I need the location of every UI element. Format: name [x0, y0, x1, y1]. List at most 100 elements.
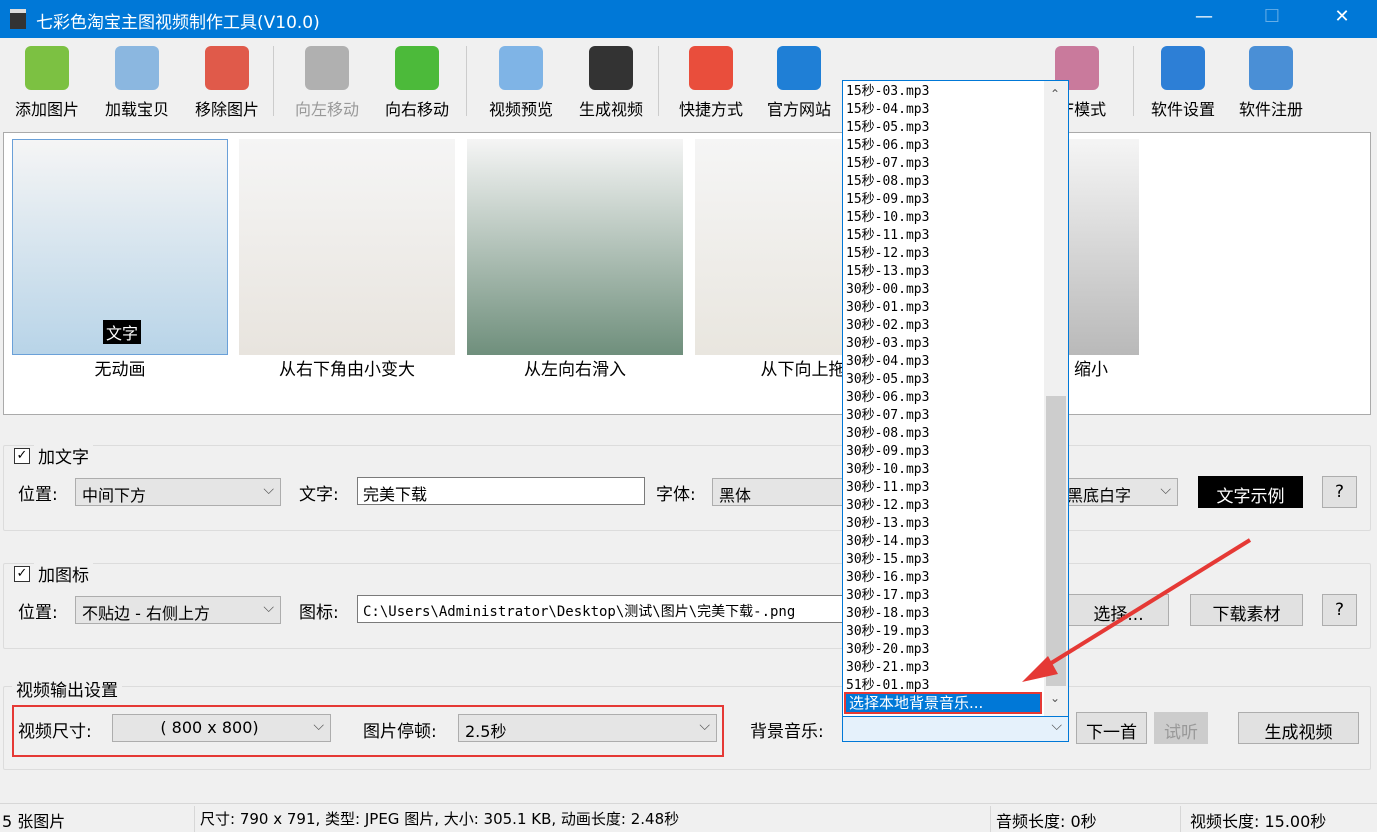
toolbar-separator	[466, 46, 467, 116]
music-option[interactable]: 30秒-00.mp3	[846, 281, 929, 299]
add-text-checkbox[interactable]: ✓	[14, 447, 30, 464]
toolbar-button-7[interactable]: 快捷方式	[668, 42, 754, 122]
text-position-label: 位置:	[18, 485, 58, 505]
text-sample-button[interactable]: 文字示例	[1198, 476, 1303, 508]
toolbar-separator	[1133, 46, 1134, 116]
music-option[interactable]: 15秒-03.mp3	[846, 83, 929, 101]
cubes-icon	[689, 46, 733, 90]
toolbar-button-12[interactable]: 软件设置	[1140, 42, 1226, 122]
toolbar-button-label: 生成视频	[578, 100, 643, 119]
music-option[interactable]: 30秒-11.mp3	[846, 479, 929, 497]
music-option[interactable]: 30秒-18.mp3	[846, 605, 929, 623]
video-size-value: ( 800 x 800)	[160, 718, 259, 737]
toolbar-separator	[273, 46, 274, 116]
listen-button[interactable]: 试听	[1154, 712, 1208, 744]
toolbar-button-4[interactable]: 向右移动	[374, 42, 460, 122]
text-label: 文字:	[299, 485, 339, 505]
music-option[interactable]: 30秒-05.mp3	[846, 371, 929, 389]
music-option[interactable]: 15秒-05.mp3	[846, 119, 929, 137]
arrow-left-icon	[305, 46, 349, 90]
thumbnail-label: 无动画	[94, 360, 146, 380]
music-option[interactable]: 30秒-03.mp3	[846, 335, 929, 353]
music-option[interactable]: 15秒-13.mp3	[846, 263, 929, 281]
video-size-select[interactable]: ( 800 x 800) ⌵	[112, 714, 331, 742]
music-option[interactable]: 30秒-13.mp3	[846, 515, 929, 533]
icon-position-label: 位置:	[18, 603, 58, 623]
generate-video-button[interactable]: 生成视频	[1238, 712, 1359, 744]
minimize-button[interactable]: —	[1184, 6, 1224, 32]
toolbar-button-1[interactable]: 加载宝贝	[94, 42, 180, 122]
chevron-down-icon: ⌵	[313, 718, 324, 734]
close-button[interactable]: ✕	[1322, 6, 1362, 32]
music-option[interactable]: 15秒-09.mp3	[846, 191, 929, 209]
toolbar-button-0[interactable]: 添加图片	[4, 42, 90, 122]
text-input[interactable]: 完美下载	[357, 477, 645, 505]
scroll-up-icon[interactable]: ⌃	[1050, 87, 1060, 101]
toolbar-button-6[interactable]: 生成视频	[568, 42, 654, 122]
music-option[interactable]: 15秒-06.mp3	[846, 137, 929, 155]
music-option[interactable]: 30秒-08.mp3	[846, 425, 929, 443]
add-icon-label: 加图标	[34, 561, 93, 586]
music-option[interactable]: 30秒-15.mp3	[846, 551, 929, 569]
text-style-select[interactable]: 黑底白字 ⌵	[1060, 478, 1178, 506]
toolbar-button-5[interactable]: 视频预览	[478, 42, 564, 122]
music-option[interactable]: 15秒-04.mp3	[846, 101, 929, 119]
font-select[interactable]: 黑体	[712, 478, 852, 506]
music-option[interactable]: 30秒-20.mp3	[846, 641, 929, 659]
text-style-value: 黑底白字	[1067, 486, 1132, 505]
music-option[interactable]: 30秒-14.mp3	[846, 533, 929, 551]
pause-select[interactable]: 2.5秒 ⌵	[458, 714, 717, 742]
add-icon-checkbox[interactable]: ✓	[14, 565, 30, 582]
music-option[interactable]: 30秒-04.mp3	[846, 353, 929, 371]
title-bar: 七彩色淘宝主图视频制作工具(V10.0) — ☐ ✕	[0, 0, 1377, 38]
music-select[interactable]: ⌵	[842, 714, 1069, 742]
toolbar-button-13[interactable]: 软件注册	[1228, 42, 1314, 122]
ie-icon	[777, 46, 821, 90]
music-option[interactable]: 15秒-11.mp3	[846, 227, 929, 245]
thumbnail-label: 从右下角由小变大	[279, 360, 415, 380]
toolbar-button-3[interactable]: 向左移动	[284, 42, 370, 122]
clapperboard-icon	[589, 46, 633, 90]
status-audio-length: 音频长度: 0秒	[996, 812, 1097, 831]
music-option[interactable]: 30秒-17.mp3	[846, 587, 929, 605]
video-size-label: 视频尺寸:	[18, 722, 92, 742]
font-value: 黑体	[719, 486, 752, 505]
icon-help-button[interactable]: ?	[1322, 594, 1357, 626]
next-track-button[interactable]: 下一首	[1076, 712, 1147, 744]
image-strip[interactable]: 文字 无动画 从右下角由小变大 从左向右滑入 从下向上拖 缩小	[3, 132, 1371, 415]
thumbnail-image[interactable]	[467, 139, 683, 355]
music-option[interactable]: 15秒-08.mp3	[846, 173, 929, 191]
music-option[interactable]: 30秒-06.mp3	[846, 389, 929, 407]
thumbnail-image[interactable]	[239, 139, 455, 355]
music-option[interactable]: 15秒-12.mp3	[846, 245, 929, 263]
thumbnail-label: 缩小	[1074, 360, 1108, 380]
icon-path-input[interactable]: C:\Users\Administrator\Desktop\测试\图片\完美下…	[357, 595, 857, 623]
font-label: 字体:	[656, 485, 696, 505]
chevron-down-icon: ⌵	[1051, 718, 1062, 734]
music-option[interactable]: 30秒-09.mp3	[846, 443, 929, 461]
icon-position-select[interactable]: 不贴边 - 右侧上方 ⌵	[75, 596, 281, 624]
load-item-icon	[115, 46, 159, 90]
music-option[interactable]: 30秒-07.mp3	[846, 407, 929, 425]
toolbar-button-label: 软件注册	[1238, 100, 1303, 119]
music-option[interactable]: 30秒-12.mp3	[846, 497, 929, 515]
maximize-button[interactable]: ☐	[1252, 6, 1292, 32]
music-option[interactable]: 15秒-10.mp3	[846, 209, 929, 227]
chevron-down-icon: ⌵	[1160, 482, 1171, 498]
gear-icon	[1161, 46, 1205, 90]
toolbar-button-label: 官方网站	[766, 100, 831, 119]
text-position-select[interactable]: 中间下方 ⌵	[75, 478, 281, 506]
toolbar-button-2[interactable]: 移除图片	[184, 42, 270, 122]
music-option[interactable]: 30秒-21.mp3	[846, 659, 929, 677]
thumbnail-label: 从左向右滑入	[524, 360, 626, 380]
music-option[interactable]: 30秒-16.mp3	[846, 569, 929, 587]
music-option[interactable]: 30秒-02.mp3	[846, 317, 929, 335]
status-video-length: 视频长度: 15.00秒	[1190, 812, 1327, 831]
music-option[interactable]: 30秒-10.mp3	[846, 461, 929, 479]
toolbar-button-8[interactable]: 官方网站	[756, 42, 842, 122]
music-option[interactable]: 15秒-07.mp3	[846, 155, 929, 173]
thumbnail-image[interactable]: 文字	[12, 139, 228, 355]
music-option[interactable]: 30秒-19.mp3	[846, 623, 929, 641]
text-help-button[interactable]: ?	[1322, 476, 1357, 508]
music-option[interactable]: 30秒-01.mp3	[846, 299, 929, 317]
